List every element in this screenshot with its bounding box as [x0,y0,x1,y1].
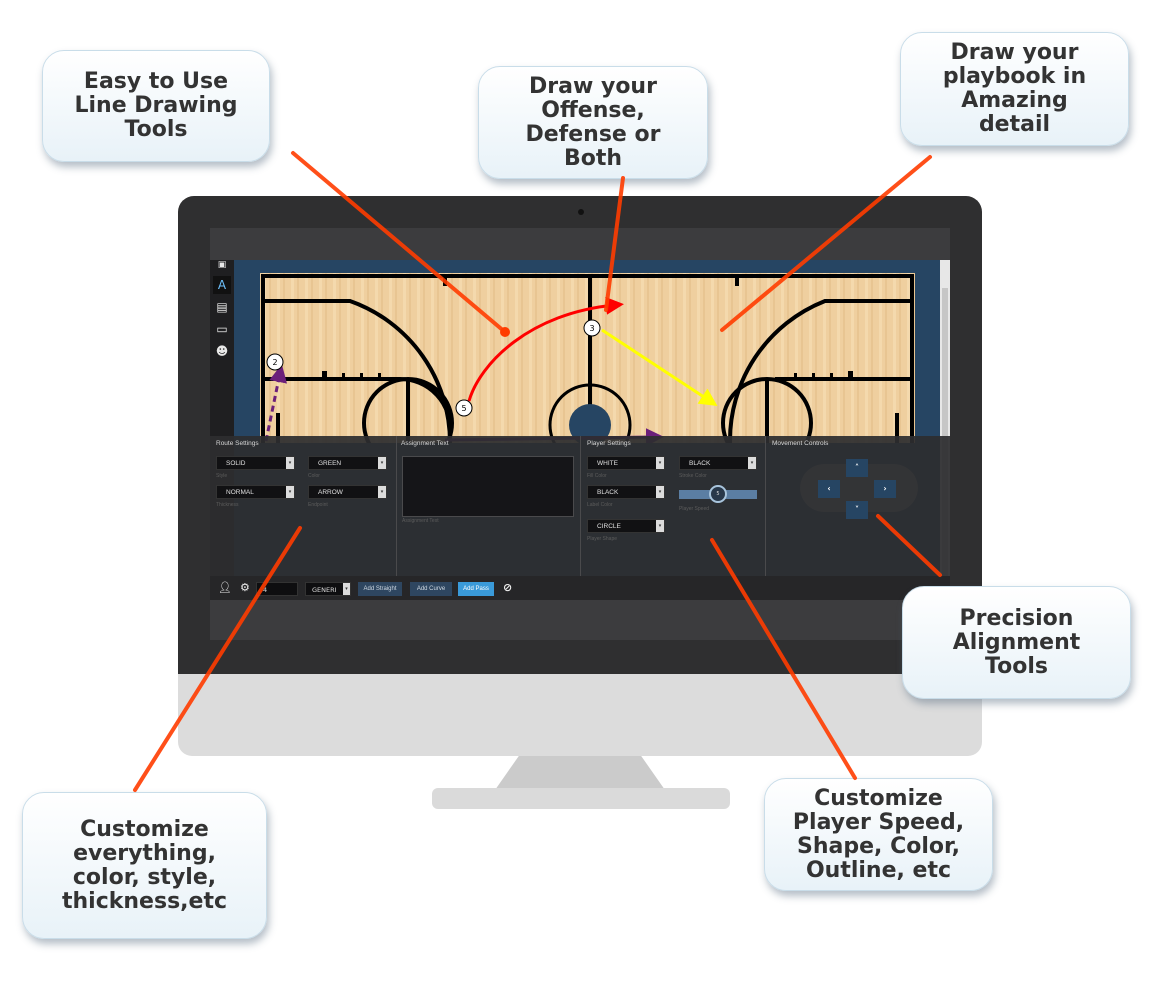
player-settings-title: Player Settings [587,440,631,447]
cancel-icon[interactable]: ⊘ [503,576,512,600]
number-input[interactable]: 4 [256,582,298,596]
chevron-down-icon: ▾ [656,457,664,469]
chevron-down-icon: ▾ [656,520,664,532]
color-select[interactable]: GREEN ▾ [308,456,387,470]
add-straight-button[interactable]: Add Straight [358,582,402,596]
add-curve-button[interactable]: Add Curve [410,582,452,596]
monitor-chin [178,674,982,756]
movement-controls-title: Movement Controls [772,440,829,447]
chevron-down-icon: ▾ [378,486,386,498]
color-label: Color [308,473,320,479]
callout-amazing-detail: Draw your playbook in Amazing detail [900,32,1129,146]
type-value: GENERI [312,586,337,594]
user-icon[interactable]: 👤︎ [218,576,232,600]
chevron-down-icon: ▾ [656,486,664,498]
player-speed-thumb[interactable]: 5 [709,485,727,503]
player-shape-label: Player Shape [587,536,618,542]
fill-color-value: WHITE [597,460,618,467]
assignment-text-input[interactable] [402,456,574,517]
move-down-button[interactable]: ˅ [846,501,868,519]
frame-icon[interactable]: ▣ [213,256,231,274]
move-up-button[interactable]: ˄ [846,459,868,477]
thickness-select[interactable]: NORMAL ▾ [216,485,295,499]
chevron-down-icon: ▾ [343,583,350,595]
app-footer [210,600,950,640]
player-label: 2 [272,358,277,367]
monitor-foot [432,788,730,809]
app-header [210,228,950,260]
label-color-select[interactable]: BLACK ▾ [587,485,665,499]
thickness-label: Thickness [216,502,239,508]
chevron-down-icon: ▾ [286,486,294,498]
stroke-color-select[interactable]: BLACK ▾ [679,456,757,470]
assignment-text-label: Assignment Text [402,518,439,524]
fill-color-label: Fill Color [587,473,607,479]
endpoint-select[interactable]: ARROW ▾ [308,485,387,499]
basketball-court[interactable]: 2 5 3 [260,273,915,443]
move-right-button[interactable]: › [874,480,896,498]
player-speed-label: Player Speed [679,506,710,512]
type-select[interactable]: GENERI ▾ [305,582,351,596]
stroke-color-label: Stroke Color [679,473,707,479]
draw-icon[interactable]: A [213,276,231,294]
callout-line-drawing: Easy to Use Line Drawing Tools [42,50,270,162]
chevron-down-icon: ▾ [378,457,386,469]
player-label: 3 [589,324,594,333]
player-token[interactable]: 3 [583,319,601,337]
bottom-toolbar: 👤︎ ⚙ 4 GENERI ▾ Add Straight Add Curve Ad… [210,576,950,600]
panel-divider [765,436,766,576]
assignment-text-title: Assignment Text [401,440,449,447]
color-value: GREEN [318,460,342,467]
add-pass-button[interactable]: Add Pass [458,582,494,596]
player-shape-select[interactable]: CIRCLE ▾ [587,519,665,533]
monitor-stand [495,756,665,790]
thickness-value: NORMAL [226,489,254,496]
route-settings-title: Route Settings [216,440,259,447]
label-color-value: BLACK [597,489,619,496]
stroke-color-value: BLACK [689,460,711,467]
player-shape-value: CIRCLE [597,523,621,530]
panel-divider [396,436,397,576]
label-color-label: Label Color [587,502,613,508]
document-icon[interactable]: ▤ [213,298,231,316]
players-icon[interactable]: ☻ [213,342,231,360]
callout-offense-defense: Draw your Offense, Defense or Both [478,66,708,179]
callout-player-speed: Customize Player Speed, Shape, Color, Ou… [764,778,993,891]
camera-dot [578,209,584,215]
endpoint-value: ARROW [318,489,343,496]
fill-color-select[interactable]: WHITE ▾ [587,456,665,470]
panel-divider [580,436,581,576]
callout-customize-everything: Customize everything, color, style, thic… [22,792,267,939]
player-label: 5 [461,404,466,413]
settings-panel: Route Settings SOLID ▾ Style GREEN ▾ Color… [210,436,950,576]
style-value: SOLID [226,460,246,467]
gear-icon[interactable]: ⚙ [240,576,250,600]
style-select[interactable]: SOLID ▾ [216,456,295,470]
chevron-down-icon: ▾ [748,457,756,469]
app-screen: ▣ A ▤ ▭ ☻ 2 5 3 Route Settings SOLID ▾ S… [210,228,950,640]
chevron-down-icon: ▾ [286,457,294,469]
player-token[interactable]: 5 [455,399,473,417]
player-token[interactable]: 2 [266,353,284,371]
monitor-icon[interactable]: ▭ [213,320,231,338]
style-label: Style [216,473,228,479]
move-left-button[interactable]: ‹ [818,480,840,498]
endpoint-label: Endpoint [308,502,328,508]
callout-precision: Precision Alignment Tools [902,586,1131,699]
